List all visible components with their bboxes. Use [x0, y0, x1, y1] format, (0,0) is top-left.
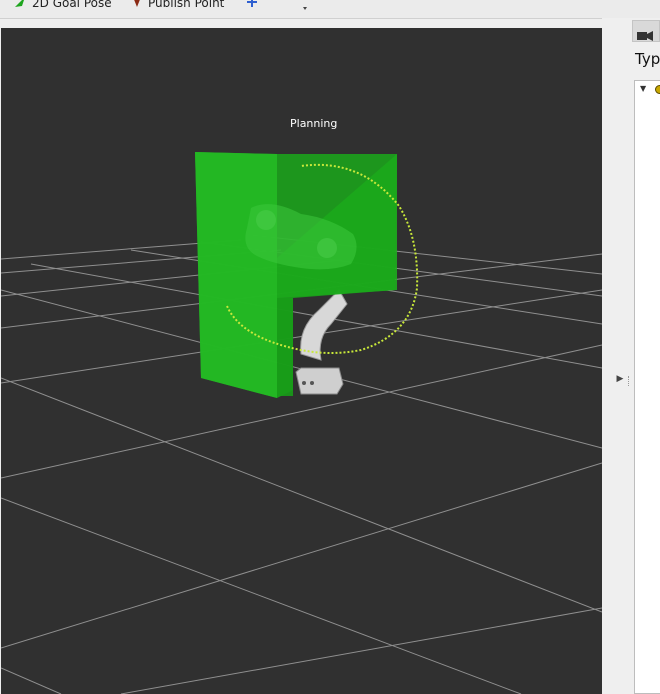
views-tree[interactable]: [634, 80, 660, 694]
type-label: Typ: [635, 50, 660, 68]
minus-icon: [294, 0, 308, 15]
camera-icon: [637, 26, 653, 45]
tree-expand-icon[interactable]: ▼: [640, 84, 646, 93]
green-arrow-icon: [14, 0, 26, 11]
view-item-icon: [655, 85, 660, 94]
toolbar: 2D Goal Pose Publish Point: [0, 0, 660, 19]
goal-pose-label: 2D Goal Pose: [32, 0, 112, 10]
add-tool-button[interactable]: [246, 0, 258, 12]
remove-tool-button[interactable]: [294, 0, 308, 12]
collision-walls: [195, 152, 397, 398]
red-pin-icon: [132, 0, 142, 11]
publish-point-label: Publish Point: [148, 0, 225, 10]
goal-pose-tool[interactable]: 2D Goal Pose: [14, 0, 112, 12]
publish-point-tool[interactable]: Publish Point: [132, 0, 224, 12]
ground-grid: [1, 234, 602, 694]
plus-icon: [246, 0, 258, 11]
collapse-arrow-icon[interactable]: ▶: [616, 374, 624, 384]
splitter-grip[interactable]: [628, 376, 631, 386]
views-panel-header: [632, 20, 660, 42]
panel-splitter[interactable]: [602, 18, 632, 694]
planning-label: Planning: [290, 117, 338, 130]
robot-arm: [295, 289, 348, 395]
